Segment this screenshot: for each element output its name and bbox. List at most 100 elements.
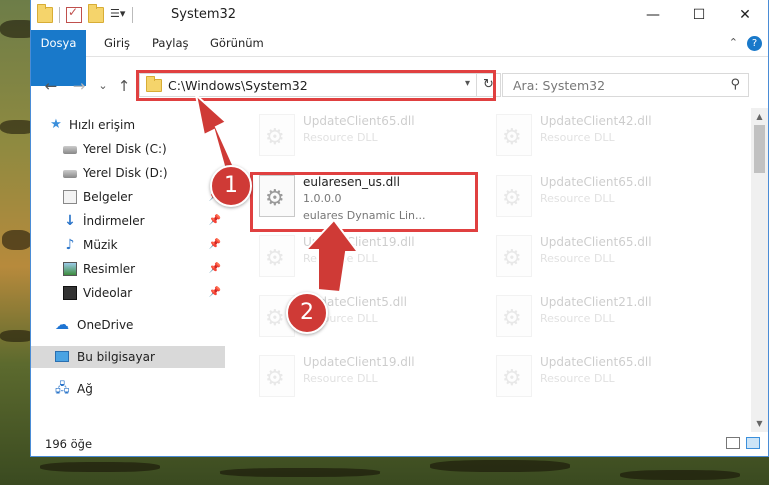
- tab-home[interactable]: Giriş: [91, 30, 143, 57]
- properties-icon[interactable]: [66, 5, 82, 23]
- sidebar-item-quick-access[interactable]: ★ Hızlı erişim: [31, 114, 225, 136]
- tab-view[interactable]: Görünüm: [197, 30, 277, 57]
- forward-button[interactable]: →: [69, 77, 89, 95]
- title-bar: ☰▾ System32 — ☐ ✕: [31, 0, 768, 30]
- file-type: Resource DLL: [540, 312, 615, 325]
- file-name: UpdateClient65.dll: [540, 235, 652, 249]
- file-item[interactable]: UpdateClient65.dll Resource DLL: [492, 173, 712, 229]
- search-input[interactable]: Ara: System32: [513, 78, 605, 93]
- file-type: Resource DLL: [540, 131, 615, 144]
- step-2-badge: 2: [286, 292, 328, 334]
- folder-icon[interactable]: [37, 4, 53, 23]
- file-name: UpdateClient65.dll: [540, 175, 652, 189]
- pin-icon[interactable]: 📌: [209, 234, 221, 256]
- file-list: UpdateClient65.dll Resource DLL UpdateCl…: [227, 108, 743, 432]
- recent-locations-button[interactable]: ⌄: [93, 79, 113, 92]
- toolbar-separator: [59, 7, 60, 23]
- quick-access-toolbar: ☰▾: [37, 4, 133, 23]
- file-item[interactable]: UpdateClient65.dll Resource DLL: [492, 233, 712, 289]
- sidebar-item-label: Yerel Disk (D:): [83, 166, 168, 180]
- sidebar-item-this-pc[interactable]: Bu bilgisayar: [31, 346, 225, 368]
- sidebar-item-label: Videolar: [83, 286, 133, 300]
- sidebar-item-pictures[interactable]: Resimler 📌: [31, 258, 225, 280]
- tab-share[interactable]: Paylaş: [139, 30, 202, 57]
- dll-file-icon: [496, 114, 532, 156]
- file-name: UpdateClient19.dll: [303, 235, 415, 249]
- pin-icon[interactable]: 📌: [209, 282, 221, 304]
- pin-icon[interactable]: 📌: [209, 210, 221, 232]
- up-button[interactable]: ↑: [114, 77, 134, 95]
- dll-file-icon: [496, 235, 532, 277]
- back-button[interactable]: ←: [41, 77, 61, 95]
- file-highlight: [250, 172, 478, 232]
- navigation-pane: ★ Hızlı erişim Yerel Disk (C:) Yerel Dis…: [31, 108, 225, 432]
- step-1-badge: 1: [210, 165, 252, 207]
- sidebar-item-music[interactable]: ♪ Müzik 📌: [31, 234, 225, 256]
- sidebar-item-videos[interactable]: Videolar 📌: [31, 282, 225, 304]
- file-type: Resource DLL: [303, 372, 378, 385]
- help-button[interactable]: ?: [747, 36, 762, 51]
- file-item[interactable]: UpdateClient21.dll Resource DLL: [492, 293, 712, 349]
- sidebar-item-label: İndirmeler: [83, 214, 145, 228]
- file-item[interactable]: UpdateClient19.dll Resource DLL: [255, 353, 475, 409]
- window-title: System32: [171, 7, 237, 22]
- sidebar-item-onedrive[interactable]: ☁ OneDrive: [31, 314, 225, 336]
- dll-file-icon: [259, 355, 295, 397]
- file-name: UpdateClient19.dll: [303, 355, 415, 369]
- vertical-scrollbar[interactable]: ▲ ▼: [751, 108, 768, 432]
- file-type: Resource DLL: [540, 372, 615, 385]
- file-name: UpdateClient21.dll: [540, 295, 652, 309]
- dll-file-icon: [496, 175, 532, 217]
- download-icon: ↓: [64, 213, 76, 229]
- file-type: Resource DLL: [540, 252, 615, 265]
- file-item[interactable]: UpdateClient65.dll Resource DLL: [255, 112, 475, 168]
- file-type: Resource DLL: [303, 252, 378, 265]
- drive-icon: [63, 170, 77, 178]
- chevron-up-icon[interactable]: ⌃: [729, 36, 738, 49]
- new-folder-icon[interactable]: [88, 4, 104, 23]
- cloud-icon: ☁: [55, 317, 69, 333]
- close-button[interactable]: ✕: [722, 0, 768, 30]
- documents-icon: [63, 190, 77, 204]
- status-bar: 196 öğe: [31, 432, 768, 456]
- sidebar-item-label: Yerel Disk (C:): [83, 142, 167, 156]
- computer-icon: [55, 351, 69, 362]
- scroll-up-icon[interactable]: ▲: [751, 108, 768, 125]
- file-name: UpdateClient42.dll: [540, 114, 652, 128]
- dll-file-icon: [259, 235, 295, 277]
- minimize-button[interactable]: —: [630, 0, 676, 30]
- sidebar-item-label: OneDrive: [77, 318, 134, 332]
- large-icons-view-icon[interactable]: [746, 437, 760, 449]
- item-count: 196 öğe: [45, 437, 93, 451]
- scrollbar-thumb[interactable]: [754, 125, 765, 173]
- file-item[interactable]: UpdateClient42.dll Resource DLL: [492, 112, 712, 168]
- pictures-icon: [63, 262, 77, 276]
- file-name: UpdateClient65.dll: [303, 114, 415, 128]
- sidebar-item-documents[interactable]: Belgeler 📌: [31, 186, 225, 208]
- scroll-down-icon[interactable]: ▼: [751, 415, 768, 432]
- maximize-button[interactable]: ☐: [676, 0, 722, 30]
- sidebar-item-disk-c[interactable]: Yerel Disk (C:): [31, 138, 225, 160]
- search-box[interactable]: Ara: System32 ⚲: [502, 73, 749, 97]
- file-explorer-window: ☰▾ System32 — ☐ ✕ Dosya Giriş Paylaş Gör…: [30, 0, 769, 457]
- sidebar-item-network[interactable]: 🖧 Ağ: [31, 378, 225, 400]
- dll-file-icon: [496, 295, 532, 337]
- sidebar-item-label: Resimler: [83, 262, 136, 276]
- toolbar-separator: [132, 7, 133, 23]
- file-item[interactable]: UpdateClient65.dll Resource DLL: [492, 353, 712, 409]
- network-icon: 🖧: [55, 381, 70, 396]
- file-item[interactable]: UpdateClient19.dll Resource DLL: [255, 233, 475, 289]
- sidebar-item-label: Ağ: [77, 382, 93, 396]
- search-icon: ⚲: [730, 77, 740, 92]
- file-name: UpdateClient65.dll: [540, 355, 652, 369]
- sidebar-item-label: Hızlı erişim: [69, 118, 136, 132]
- customize-toolbar-icon[interactable]: ☰▾: [110, 7, 126, 23]
- sidebar-item-downloads[interactable]: ↓ İndirmeler 📌: [31, 210, 225, 232]
- video-icon: [63, 286, 77, 300]
- sidebar-item-label: Bu bilgisayar: [77, 350, 155, 364]
- details-view-icon[interactable]: [726, 437, 740, 449]
- pin-icon[interactable]: 📌: [209, 258, 221, 280]
- music-icon: ♪: [65, 237, 75, 253]
- sidebar-item-disk-d[interactable]: Yerel Disk (D:): [31, 162, 225, 184]
- dll-file-icon: [496, 355, 532, 397]
